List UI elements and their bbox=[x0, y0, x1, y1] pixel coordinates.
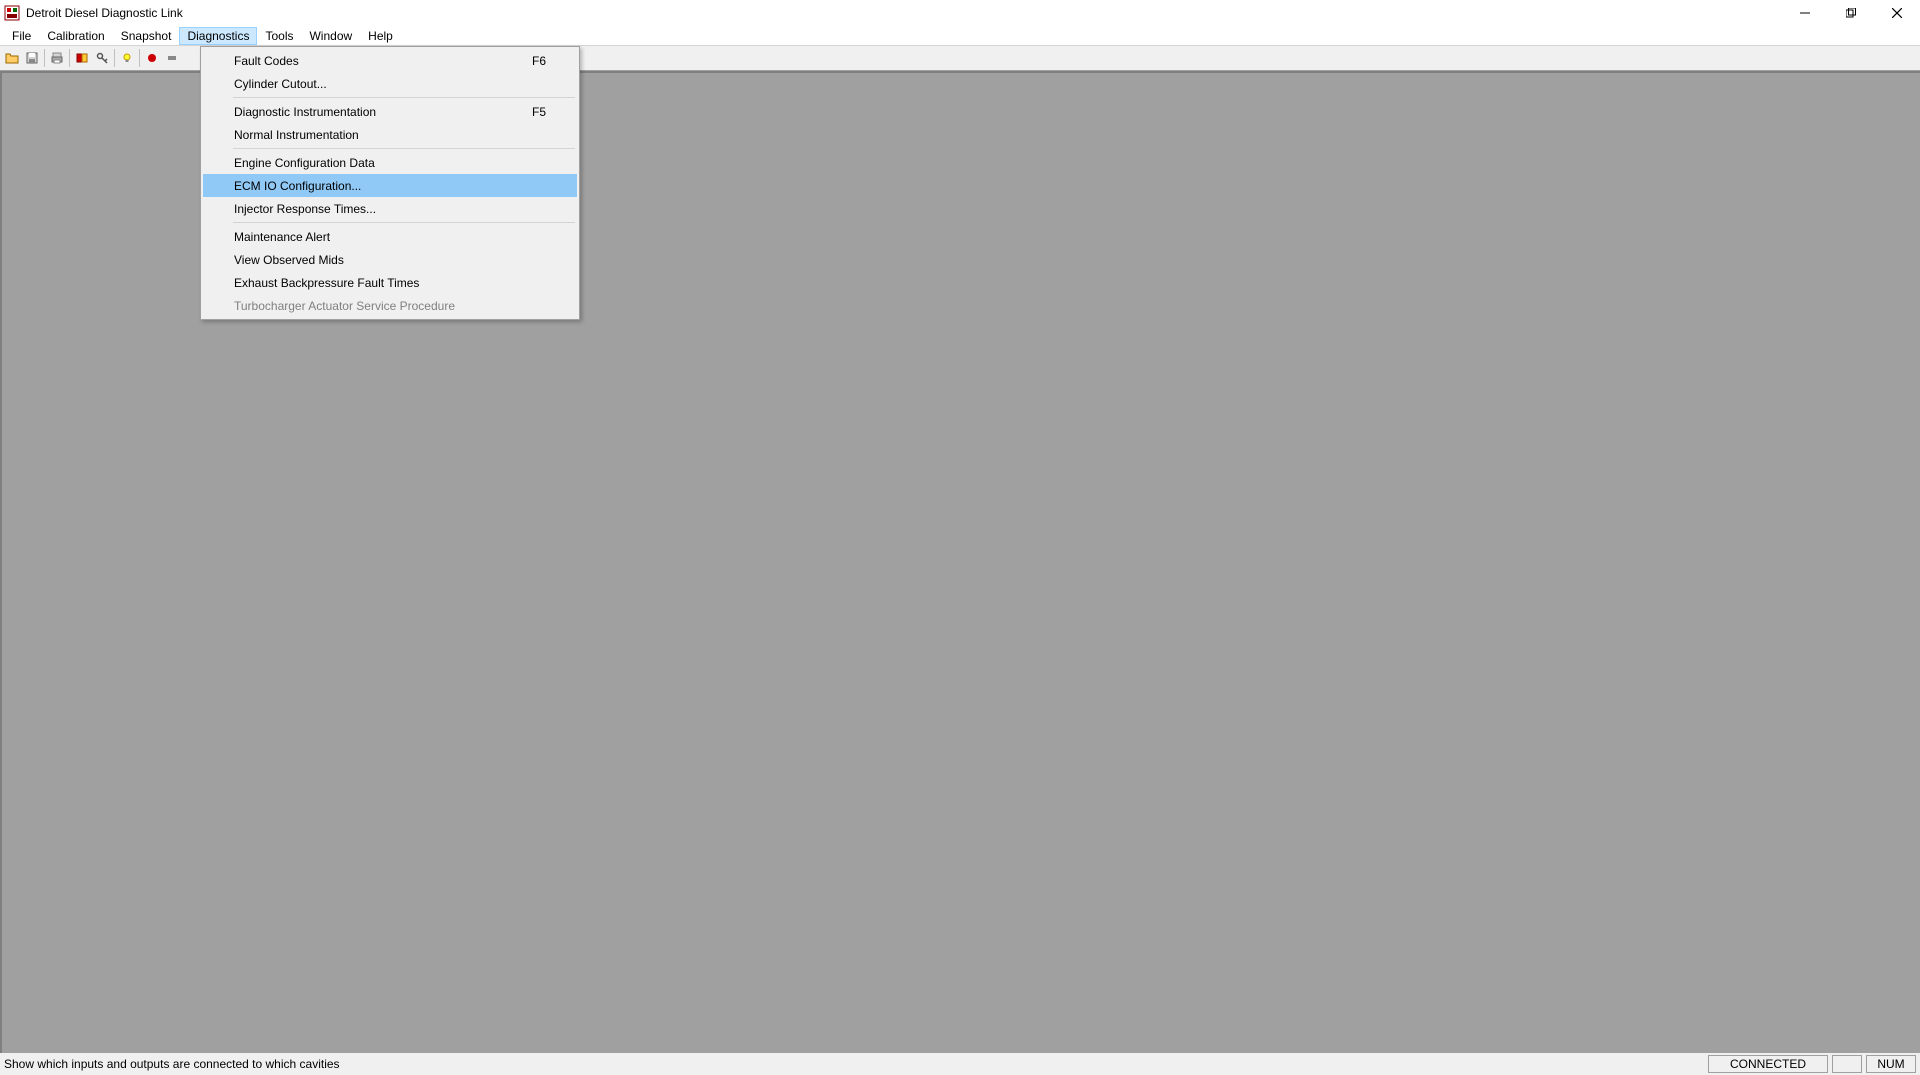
record-icon[interactable] bbox=[142, 48, 162, 68]
save-icon[interactable] bbox=[22, 48, 42, 68]
toolbar-separator bbox=[139, 49, 140, 67]
diagnostics-dropdown: Fault Codes F6 Cylinder Cutout... Diagno… bbox=[200, 46, 580, 320]
menu-item-label: Exhaust Backpressure Fault Times bbox=[234, 276, 419, 290]
stop-icon[interactable] bbox=[162, 48, 182, 68]
menu-item-label: View Observed Mids bbox=[234, 253, 344, 267]
menu-item-label: Maintenance Alert bbox=[234, 230, 330, 244]
menu-item-label: Injector Response Times... bbox=[234, 202, 376, 216]
close-button[interactable] bbox=[1874, 0, 1920, 26]
menu-view-observed-mids[interactable]: View Observed Mids bbox=[203, 248, 577, 271]
toolbar-separator bbox=[44, 49, 45, 67]
menu-item-shortcut: F5 bbox=[532, 105, 546, 119]
menu-normal-instrumentation[interactable]: Normal Instrumentation bbox=[203, 123, 577, 146]
menu-item-label: Diagnostic Instrumentation bbox=[234, 105, 376, 119]
menu-turbocharger-actuator: Turbocharger Actuator Service Procedure bbox=[203, 294, 577, 317]
menu-fault-codes[interactable]: Fault Codes F6 bbox=[203, 49, 577, 72]
menu-calibration[interactable]: Calibration bbox=[39, 27, 112, 45]
titlebar: Detroit Diesel Diagnostic Link bbox=[0, 0, 1920, 26]
menu-tools[interactable]: Tools bbox=[257, 27, 301, 45]
menu-cylinder-cutout[interactable]: Cylinder Cutout... bbox=[203, 72, 577, 95]
menu-separator bbox=[233, 148, 575, 149]
titlebar-left: Detroit Diesel Diagnostic Link bbox=[4, 5, 183, 21]
menu-item-label: ECM IO Configuration... bbox=[234, 179, 361, 193]
menu-item-label: Turbocharger Actuator Service Procedure bbox=[234, 299, 455, 313]
lightbulb-icon[interactable] bbox=[117, 48, 137, 68]
status-empty bbox=[1832, 1055, 1862, 1073]
menu-item-label: Engine Configuration Data bbox=[234, 156, 375, 170]
toolbar-separator bbox=[114, 49, 115, 67]
status-num: NUM bbox=[1866, 1055, 1916, 1073]
statusbar: Show which inputs and outputs are connec… bbox=[0, 1053, 1920, 1075]
menu-item-shortcut: F6 bbox=[532, 54, 546, 68]
menu-item-label: Cylinder Cutout... bbox=[234, 77, 327, 91]
menu-exhaust-backpressure[interactable]: Exhaust Backpressure Fault Times bbox=[203, 271, 577, 294]
menu-item-label: Fault Codes bbox=[234, 54, 299, 68]
menu-ecm-io-configuration[interactable]: ECM IO Configuration... bbox=[203, 174, 577, 197]
open-icon[interactable] bbox=[2, 48, 22, 68]
toolbar-separator bbox=[69, 49, 70, 67]
menu-separator bbox=[233, 97, 575, 98]
menu-snapshot[interactable]: Snapshot bbox=[113, 27, 180, 45]
app-icon bbox=[4, 5, 20, 21]
app-title: Detroit Diesel Diagnostic Link bbox=[26, 6, 183, 20]
menu-diagnostics[interactable]: Diagnostics bbox=[179, 27, 257, 45]
menu-injector-response-times[interactable]: Injector Response Times... bbox=[203, 197, 577, 220]
menu-help[interactable]: Help bbox=[360, 27, 401, 45]
connection-icon[interactable] bbox=[72, 48, 92, 68]
menu-engine-configuration-data[interactable]: Engine Configuration Data bbox=[203, 151, 577, 174]
menu-file[interactable]: File bbox=[4, 27, 39, 45]
print-icon[interactable] bbox=[47, 48, 67, 68]
key-icon[interactable] bbox=[92, 48, 112, 68]
menu-separator bbox=[233, 222, 575, 223]
menu-window[interactable]: Window bbox=[301, 27, 360, 45]
menu-maintenance-alert[interactable]: Maintenance Alert bbox=[203, 225, 577, 248]
status-right: CONNECTED NUM bbox=[1708, 1055, 1916, 1073]
maximize-button[interactable] bbox=[1828, 0, 1874, 26]
minimize-button[interactable] bbox=[1782, 0, 1828, 26]
menubar: File Calibration Snapshot Diagnostics To… bbox=[0, 26, 1920, 46]
window-controls bbox=[1782, 0, 1920, 26]
menu-item-label: Normal Instrumentation bbox=[234, 128, 359, 142]
status-hint: Show which inputs and outputs are connec… bbox=[4, 1057, 340, 1071]
status-connected: CONNECTED bbox=[1708, 1055, 1828, 1073]
menu-diagnostic-instrumentation[interactable]: Diagnostic Instrumentation F5 bbox=[203, 100, 577, 123]
